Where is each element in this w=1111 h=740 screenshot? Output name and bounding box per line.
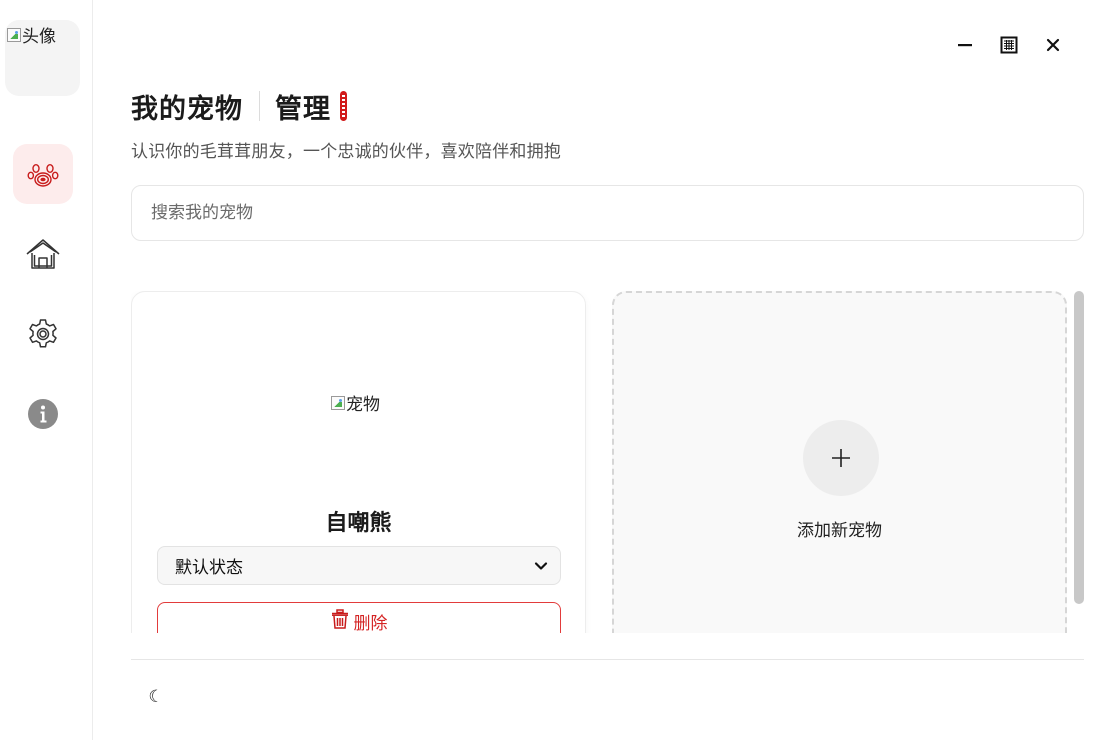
delete-label: 删除: [353, 614, 388, 633]
avatar-alt-text: 头像: [22, 27, 56, 47]
gear-icon: [29, 319, 57, 348]
sidebar-item-pets[interactable]: [13, 144, 73, 204]
page-title: 我的宠物: [131, 93, 243, 125]
trash-icon: [331, 609, 348, 629]
pet-state-value: 默认状态: [175, 558, 243, 578]
title-accent-icon: [340, 91, 347, 121]
sidebar-item-home[interactable]: [13, 224, 73, 284]
chevron-down-icon: [534, 561, 548, 570]
sidebar-item-settings[interactable]: [13, 304, 73, 364]
page-title-suffix: 管理: [275, 93, 331, 125]
page-subtitle: 认识你的毛茸茸朋友，一个忠诚的伙伴，喜欢陪伴和拥抱: [131, 142, 561, 162]
search-box: [131, 185, 1084, 241]
delete-pet-button[interactable]: 删除: [157, 602, 561, 633]
close-button[interactable]: [1038, 30, 1068, 60]
paw-icon: [27, 163, 59, 187]
content-scrollbar[interactable]: [1074, 291, 1084, 604]
add-pet-card[interactable]: 添加新宠物: [612, 291, 1067, 633]
plus-icon: [832, 449, 850, 467]
add-pet-label: 添加新宠物: [797, 521, 882, 541]
minimize-icon: [958, 44, 972, 47]
pet-state-select[interactable]: 默认状态: [157, 546, 561, 585]
pet-image: 宠物: [331, 390, 380, 415]
add-pet-circle: [803, 420, 879, 496]
avatar-image: 头像: [7, 22, 56, 47]
maximize-button[interactable]: [994, 30, 1024, 60]
avatar[interactable]: 头像: [5, 20, 80, 96]
pet-card: 宠物 自嘲熊 默认状态 删除: [131, 291, 586, 633]
footer-divider: [131, 659, 1084, 660]
broken-image-icon: [7, 27, 21, 42]
search-input[interactable]: [132, 186, 1083, 240]
app-window: 头像 我的宠物 管理 认识你的毛茸茸朋友，一个忠诚的伙伴，喜欢陪伴和拥抱 搜索我…: [0, 0, 1111, 740]
page-title-row: 我的宠物 管理: [131, 86, 347, 126]
pet-grid: 宠物 自嘲熊 默认状态 删除 添加新宠物: [131, 291, 1084, 633]
sidebar: 头像: [0, 0, 93, 740]
theme-toggle-button[interactable]: ☾: [143, 684, 169, 710]
sidebar-item-info[interactable]: [13, 384, 73, 444]
title-divider: [259, 91, 260, 121]
moon-icon: ☾: [148, 687, 164, 707]
maximize-icon: [1000, 36, 1018, 54]
pet-name: 自嘲熊: [325, 511, 392, 536]
info-icon: [28, 399, 58, 429]
pet-image-alt: 宠物: [346, 395, 380, 415]
close-icon: [1046, 38, 1060, 52]
minimize-button[interactable]: [950, 30, 980, 60]
broken-image-icon: [331, 395, 345, 410]
house-icon: [26, 239, 60, 269]
